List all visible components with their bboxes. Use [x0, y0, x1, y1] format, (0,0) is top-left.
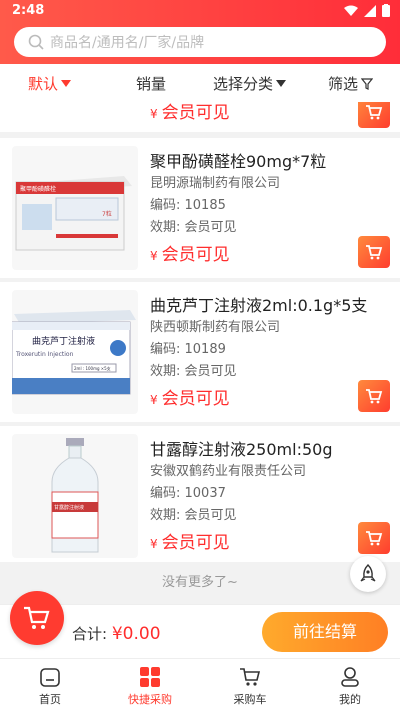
product-name: 曲克芦丁注射液2ml:0.1g*5支 — [150, 296, 368, 315]
add-to-cart-button[interactable] — [358, 380, 390, 412]
product-code: 编码: 10185 — [150, 198, 226, 213]
tab-profile[interactable]: 我的 — [310, 665, 390, 707]
product-name: 甘露醇注射液250ml:50g — [150, 440, 333, 459]
product-image: 曲克芦丁注射液 Troxerutin Injection 2ml : 100mg… — [12, 290, 138, 414]
product-expiry: 效期: 会员可见 — [150, 508, 237, 523]
cart-icon — [240, 668, 261, 686]
cart-icon — [366, 245, 383, 260]
filter-bar: 默认 销量 选择分类 筛选 — [0, 64, 400, 103]
product-card[interactable]: ¥ 会员可见 — [0, 102, 400, 132]
product-card[interactable]: 聚甲酚磺醛栓 7粒 聚甲酚磺醛栓90mg*7粒 昆明源瑞制药有限公司 编码: 1… — [0, 138, 400, 278]
cart-icon — [366, 389, 383, 404]
status-bar: 2:48 — [0, 0, 400, 22]
filter-default[interactable]: 默认 — [28, 73, 72, 94]
cart-button[interactable] — [10, 591, 64, 645]
add-to-cart-button[interactable] — [358, 236, 390, 268]
cart-summary-bar: 合计: ¥0.00 前往结算 — [0, 591, 400, 659]
svg-text:2ml : 100mg ×5支: 2ml : 100mg ×5支 — [74, 365, 111, 371]
home-icon — [40, 668, 60, 687]
add-to-cart-button[interactable] — [358, 522, 390, 554]
product-price: ¥ 会员可见 — [150, 103, 230, 123]
svg-text:甘露醇注射液: 甘露醇注射液 — [54, 504, 84, 511]
tab-home[interactable]: 首页 — [10, 665, 90, 707]
svg-text:曲克芦丁注射液: 曲克芦丁注射液 — [32, 335, 95, 347]
search-input[interactable]: 商品名/通用名/厂家/品牌 — [14, 27, 386, 57]
filter-category[interactable]: 选择分类 — [213, 73, 287, 94]
caret-down-icon — [61, 80, 72, 87]
tab-quick-purchase-label: 快捷采购 — [128, 693, 172, 706]
tab-cart-label: 采购车 — [233, 693, 267, 706]
total-amount: ¥0.00 — [111, 624, 161, 644]
filter-sales[interactable]: 销量 — [136, 73, 166, 94]
checkout-button[interactable]: 前往结算 — [262, 612, 388, 652]
product-name: 聚甲酚磺醛栓90mg*7粒 — [150, 152, 327, 171]
system-icons — [344, 4, 390, 17]
status-time: 2:48 — [12, 3, 45, 18]
product-image: 甘露醇注射液 — [12, 434, 138, 558]
cart-icon — [366, 531, 383, 546]
product-expiry: 效期: 会员可见 — [150, 220, 237, 235]
tab-home-label: 首页 — [39, 693, 61, 706]
funnel-icon — [361, 77, 374, 90]
product-list[interactable]: ¥ 会员可见 聚甲酚磺醛栓 7粒 聚甲酚磺醛栓90mg*7粒 昆明源瑞制药有限公司… — [0, 102, 400, 604]
search-icon — [28, 34, 44, 50]
product-expiry: 效期: 会员可见 — [150, 364, 237, 379]
caret-down-icon — [276, 80, 287, 87]
svg-text:7粒: 7粒 — [102, 210, 112, 218]
filter-screen-label: 筛选 — [328, 75, 359, 93]
cart-icon — [366, 105, 383, 120]
signal-icon — [364, 4, 376, 17]
svg-text:Troxerutin Injection: Troxerutin Injection — [15, 351, 74, 358]
header: 商品名/通用名/厂家/品牌 — [0, 22, 400, 64]
product-card[interactable]: 曲克芦丁注射液 Troxerutin Injection 2ml : 100mg… — [0, 282, 400, 422]
no-more-text: 没有更多了~ — [0, 562, 400, 604]
tab-profile-label: 我的 — [339, 693, 361, 706]
filter-screen[interactable]: 筛选 — [328, 73, 374, 94]
filter-category-label: 选择分类 — [213, 75, 274, 93]
battery-icon — [382, 4, 390, 17]
product-price: ¥ 会员可见 — [150, 245, 230, 265]
product-code: 编码: 10037 — [150, 486, 226, 501]
filter-sales-label: 销量 — [136, 75, 167, 93]
add-to-cart-button[interactable] — [358, 102, 390, 128]
total-label: 合计: — [72, 625, 108, 643]
product-maker: 昆明源瑞制药有限公司 — [150, 176, 281, 191]
rocket-icon — [360, 564, 376, 582]
product-price: ¥ 会员可见 — [150, 533, 230, 553]
grid-icon — [140, 667, 160, 687]
tab-quick-purchase[interactable]: 快捷采购 — [110, 665, 190, 707]
product-maker: 安徽双鹤药业有限责任公司 — [150, 464, 307, 479]
cart-icon — [24, 606, 50, 629]
user-icon — [341, 667, 359, 687]
cart-total: 合计: ¥0.00 — [72, 623, 161, 644]
wifi-icon — [344, 5, 358, 16]
tab-cart[interactable]: 采购车 — [210, 665, 290, 707]
filter-default-label: 默认 — [28, 75, 59, 93]
product-card[interactable]: 甘露醇注射液 甘露醇注射液250ml:50g 安徽双鹤药业有限责任公司 编码: … — [0, 426, 400, 566]
search-placeholder: 商品名/通用名/厂家/品牌 — [50, 35, 205, 51]
product-maker: 陕西顿斯制药有限公司 — [150, 320, 281, 335]
product-code: 编码: 10189 — [150, 342, 226, 357]
product-price: ¥ 会员可见 — [150, 389, 230, 409]
product-image: 聚甲酚磺醛栓 7粒 — [12, 146, 138, 270]
tab-bar: 首页 快捷采购 采购车 我的 — [0, 658, 400, 713]
back-to-top-button[interactable] — [350, 556, 386, 592]
svg-text:聚甲酚磺醛栓: 聚甲酚磺醛栓 — [20, 185, 56, 193]
